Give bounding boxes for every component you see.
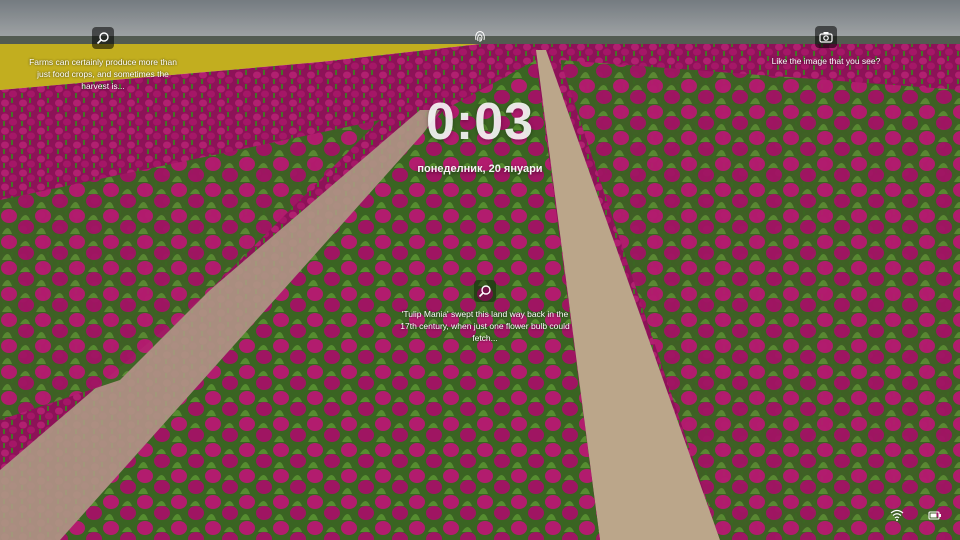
like-image-button[interactable] [815,26,837,48]
like-image-prompt[interactable]: Like the image that you see? [740,55,912,67]
camera-icon [819,32,833,43]
search-icon [96,32,109,45]
spotlight-hotspot-center-text[interactable]: 'Tulip Mania' swept this land way back i… [400,308,570,344]
spotlight-hotspot-left-text[interactable]: Farms can certainly produce more than ju… [22,56,184,92]
lock-date: понеделник, 20 януари [417,163,543,175]
fingerprint-icon[interactable] [472,28,488,44]
lock-clock: 0:03 [425,93,535,151]
search-icon [478,285,491,298]
battery-icon[interactable] [928,508,942,520]
spotlight-hotspot-center[interactable] [474,280,496,302]
wifi-icon[interactable] [890,508,904,521]
spotlight-hotspot-left[interactable] [92,27,114,49]
